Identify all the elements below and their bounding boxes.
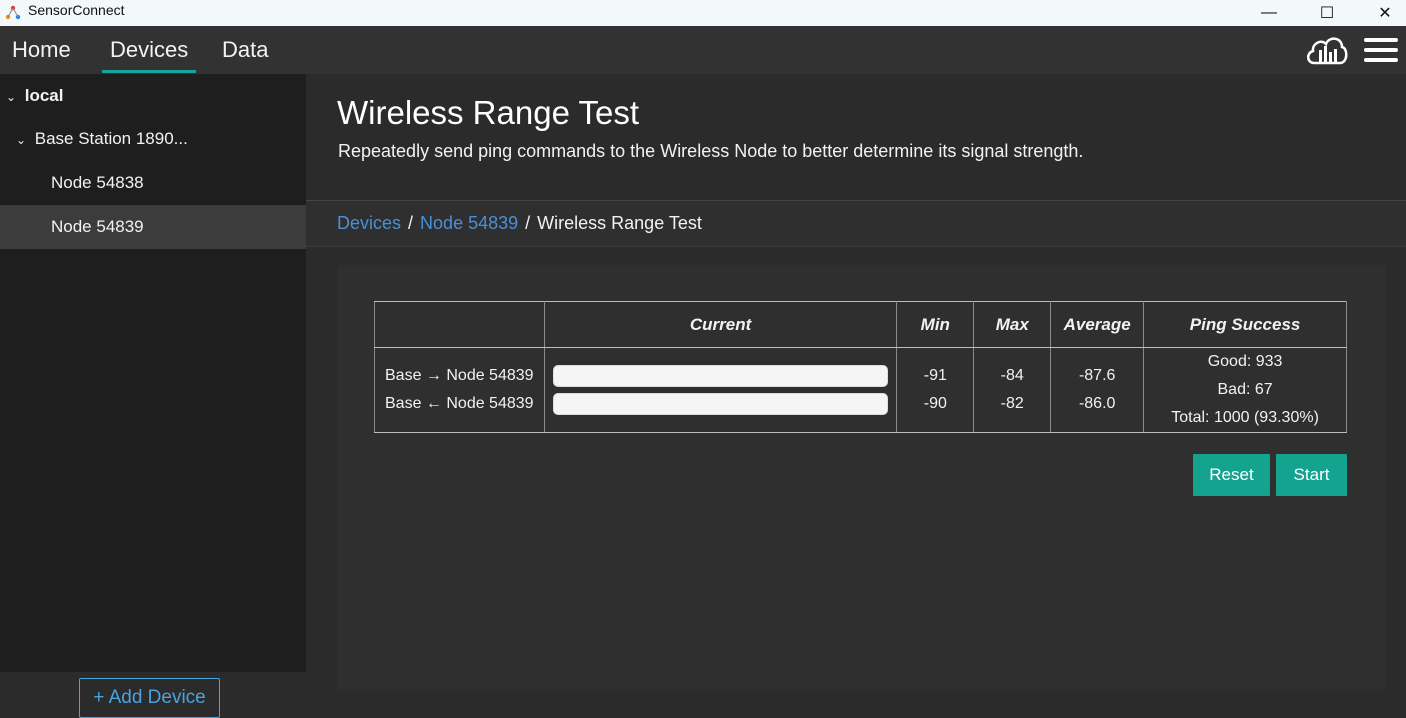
range-test-panel: Current Min Max Average Ping Success Bas…	[337, 265, 1386, 689]
average-cell: -87.6 -86.0	[1050, 347, 1145, 433]
start-button[interactable]: Start	[1276, 454, 1347, 496]
breadcrumb-node[interactable]: Node 54839	[420, 213, 518, 233]
ping-success-cell: Good: 933 Bad: 67 Total: 1000 (93.30%)	[1143, 347, 1347, 433]
header-direction	[374, 301, 545, 348]
page-header: Wireless Range Test Repeatedly send ping…	[306, 74, 1406, 201]
table-header-row: Current Min Max Average Ping Success	[374, 301, 1347, 348]
signal-bar-base-to-node	[552, 365, 889, 387]
average-value: -86.0	[1078, 395, 1116, 412]
breadcrumb-devices[interactable]: Devices	[337, 213, 401, 233]
min-value: -91	[923, 367, 947, 384]
header-max: Max	[973, 301, 1052, 348]
minimize-button[interactable]: —	[1239, 0, 1299, 26]
direction-base-to-node: Base → Node 54839	[385, 367, 534, 384]
page-title: Wireless Range Test	[337, 94, 640, 131]
breadcrumb-separator: /	[408, 213, 414, 233]
direction-cell: Base → Node 54839 Base ← Node 54839	[374, 347, 545, 433]
hamburger-menu-icon[interactable]	[1364, 38, 1398, 64]
breadcrumb-current: Wireless Range Test	[537, 213, 702, 233]
tab-home[interactable]: Home	[4, 26, 79, 74]
min-cell: -91 -90	[896, 347, 975, 433]
ping-good: Good: 933	[1207, 353, 1283, 370]
tree-item-label: Node 54838	[51, 173, 144, 192]
table-row: Base → Node 54839 Base ← Node 54839 -91 …	[374, 347, 1347, 433]
ping-bad: Bad: 67	[1217, 381, 1273, 398]
cloud-chart-icon[interactable]	[1304, 33, 1348, 67]
signal-bar-node-to-base	[552, 393, 889, 415]
range-test-table: Current Min Max Average Ping Success Bas…	[374, 301, 1347, 433]
device-sidebar: ⌄ local ⌄ Base Station 1890... Node 5483…	[0, 74, 306, 672]
tab-data[interactable]: Data	[214, 26, 276, 74]
max-value: -82	[1000, 395, 1024, 412]
top-nav: Home Devices Data	[0, 26, 1406, 74]
close-button[interactable]: ✕	[1355, 0, 1406, 26]
header-current: Current	[543, 301, 898, 348]
header-average: Average	[1050, 301, 1145, 348]
main-content: Wireless Range Test Repeatedly send ping…	[306, 74, 1406, 712]
window-title: SensorConnect	[28, 2, 125, 18]
sensorconnect-logo-icon	[5, 5, 21, 20]
tree-item-base-station[interactable]: ⌄ Base Station 1890...	[0, 117, 306, 161]
reset-button[interactable]: Reset	[1193, 454, 1270, 496]
tree-item-label: Base Station 1890...	[34, 129, 188, 148]
tab-devices[interactable]: Devices	[102, 26, 197, 73]
min-value: -90	[923, 395, 947, 412]
header-ping-success: Ping Success	[1143, 301, 1347, 348]
breadcrumb-separator: /	[525, 213, 531, 233]
breadcrumb: Devices / Node 54839 / Wireless Range Test	[306, 201, 1406, 247]
add-device-button[interactable]: + Add Device	[79, 678, 220, 718]
max-value: -84	[1000, 367, 1024, 384]
tree-item-label: Node 54839	[51, 217, 144, 236]
chevron-down-icon[interactable]: ⌄	[6, 75, 20, 119]
average-value: -87.6	[1078, 367, 1116, 384]
max-cell: -84 -82	[973, 347, 1052, 433]
tree-item-local[interactable]: ⌄ local	[0, 74, 306, 118]
maximize-button[interactable]: ☐	[1297, 0, 1357, 26]
header-min: Min	[896, 301, 975, 348]
tree-item-label: local	[24, 86, 64, 105]
chevron-down-icon[interactable]: ⌄	[16, 118, 30, 162]
ping-total: Total: 1000 (93.30%)	[1171, 409, 1319, 426]
direction-node-to-base: Base ← Node 54839	[385, 395, 534, 412]
window-titlebar: SensorConnect — ☐ ✕	[0, 0, 1406, 26]
page-subtitle: Repeatedly send ping commands to the Wir…	[338, 141, 1084, 161]
tree-item-node-54839[interactable]: Node 54839	[0, 205, 306, 249]
tree-item-node-54838[interactable]: Node 54838	[0, 161, 306, 205]
current-cell	[543, 347, 898, 433]
